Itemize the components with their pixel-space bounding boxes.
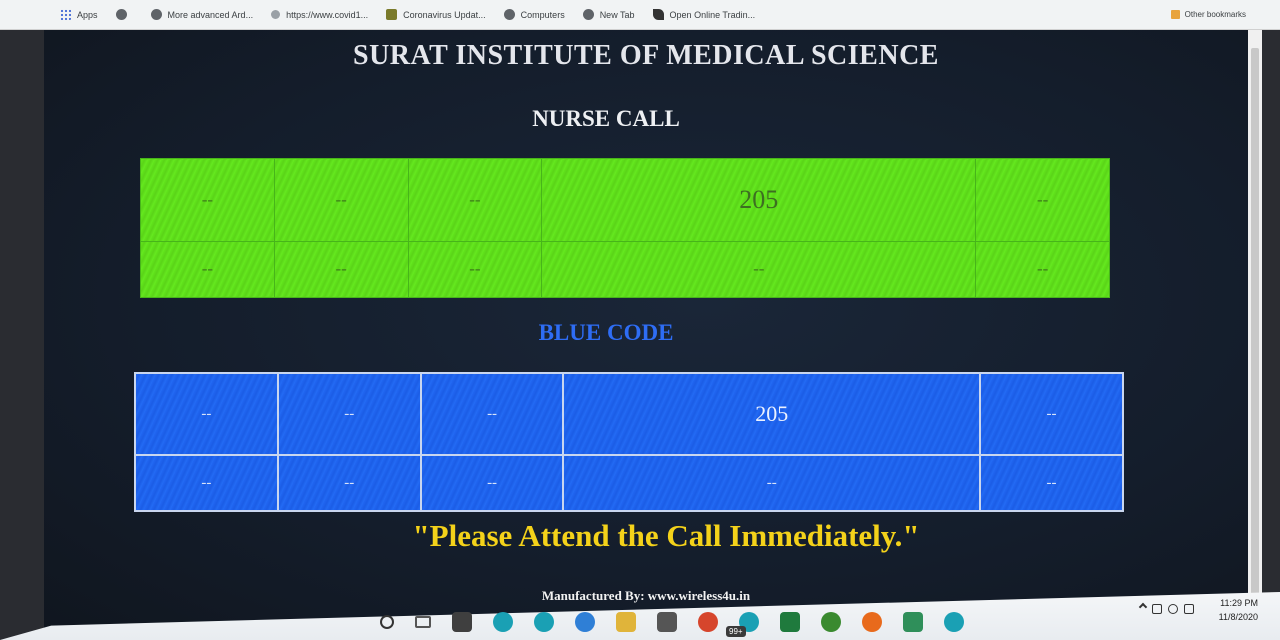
clock-date: 11/8/2020 [1218, 612, 1258, 622]
folder-icon [1170, 10, 1180, 19]
clock[interactable]: 11:29 PM 11/8/2020 [1219, 596, 1258, 624]
app-icon[interactable] [903, 612, 923, 632]
site-icon [386, 9, 398, 20]
app-icon[interactable] [821, 612, 841, 632]
bookmark-new-tab[interactable]: New Tab [582, 9, 635, 20]
search-icon[interactable] [380, 615, 394, 629]
table-row: -- -- -- -- -- [140, 240, 1110, 299]
file-explorer-icon[interactable] [616, 612, 636, 632]
nurse-cell: -- [273, 158, 409, 242]
excel-icon[interactable] [780, 612, 800, 632]
bookmark-covid[interactable]: https://www.covid1... [271, 10, 368, 20]
blue-cell: -- [979, 454, 1124, 512]
language-icon[interactable] [1184, 604, 1194, 614]
battery-icon[interactable] [1152, 604, 1162, 614]
page-content: SURAT INSTITUTE OF MEDICAL SCIENCE NURSE… [44, 30, 1248, 628]
blue-cell: -- [134, 454, 279, 512]
github-icon [582, 9, 594, 20]
nurse-call-heading: NURSE CALL [532, 106, 680, 131]
bookmark-label: Open Online Tradin... [669, 9, 756, 20]
bookmark-label: Apps [77, 9, 98, 20]
clock-time: 11:29 PM [1220, 598, 1258, 608]
store-icon[interactable] [452, 612, 472, 632]
chevron-up-icon[interactable] [1138, 602, 1148, 612]
notification-badge: 99+ [726, 626, 746, 637]
taskbar-icons [380, 612, 985, 632]
mail-icon[interactable] [657, 612, 677, 632]
bookmark-more-advanced[interactable]: More advanced Ard... [150, 9, 254, 20]
attend-message: "Please Attend the Call Immediately." [412, 518, 920, 553]
nurse-cell: -- [140, 240, 275, 299]
bookmark-label: New Tab [599, 9, 635, 20]
bookmark-label: Coronavirus Updat... [403, 9, 486, 20]
bookmark-trading[interactable]: Open Online Tradin... [652, 9, 756, 20]
firefox-icon[interactable] [862, 612, 882, 632]
bookmark-label: Computers [520, 9, 565, 20]
bookmark-apps[interactable]: Apps [60, 9, 98, 20]
task-view-icon[interactable] [415, 616, 431, 628]
blue-cell: -- [419, 371, 565, 457]
blue-cell-active: 205 [562, 371, 982, 457]
blue-cell: -- [134, 371, 279, 457]
leaf-icon [652, 9, 664, 20]
bookmark-computers[interactable]: Computers [503, 9, 565, 20]
blue-cell: -- [979, 371, 1124, 457]
nurse-call-grid: -- -- -- 205 -- -- -- -- -- -- [140, 158, 1110, 299]
bookmark-github[interactable] [115, 9, 133, 20]
other-bookmarks[interactable]: Other bookmarks [1170, 10, 1246, 19]
table-row: -- -- -- -- -- [134, 454, 1124, 512]
bookmark-coronavirus[interactable]: Coronavirus Updat... [386, 9, 486, 20]
nurse-cell: -- [407, 240, 543, 299]
arduino-icon[interactable] [944, 612, 964, 632]
edge-icon[interactable] [575, 612, 595, 632]
blue-code-grid: -- -- -- 205 -- -- -- -- -- -- [134, 371, 1124, 512]
system-tray [1134, 602, 1194, 614]
nurse-cell: -- [541, 240, 977, 299]
nurse-cell: -- [407, 158, 543, 242]
nurse-cell: -- [975, 158, 1110, 242]
other-bookmarks-label: Other bookmarks [1184, 10, 1246, 19]
page-title: SURAT INSTITUTE OF MEDICAL SCIENCE [353, 40, 939, 71]
nurse-cell: -- [975, 240, 1110, 299]
apps-grid-icon [60, 9, 71, 20]
blue-cell: -- [276, 371, 422, 457]
bookmark-label: More advanced Ard... [167, 9, 254, 20]
chrome-icon[interactable] [698, 612, 718, 632]
nurse-cell-active: 205 [541, 158, 977, 242]
github-icon [503, 9, 515, 20]
github-icon [115, 9, 127, 20]
network-icon[interactable] [1168, 604, 1178, 614]
arduino-icon[interactable] [534, 612, 554, 632]
nurse-cell: -- [140, 158, 275, 242]
table-row: -- -- -- 205 -- [134, 371, 1124, 457]
table-row: -- -- -- 205 -- [140, 158, 1110, 242]
bookmarks-bar: Apps More advanced Ard... https://www.co… [0, 0, 1280, 30]
arduino-icon[interactable] [493, 612, 513, 632]
blue-code-heading: BLUE CODE [538, 320, 674, 345]
blue-cell: -- [276, 454, 422, 512]
scrollbar-thumb[interactable] [1251, 48, 1259, 608]
blue-cell: -- [419, 454, 565, 512]
globe-icon [271, 10, 281, 19]
page-scrollbar[interactable] [1248, 30, 1262, 628]
github-icon [150, 9, 162, 20]
nurse-cell: -- [273, 240, 409, 299]
bookmark-label: https://www.covid1... [286, 9, 369, 20]
blue-cell: -- [562, 454, 982, 512]
